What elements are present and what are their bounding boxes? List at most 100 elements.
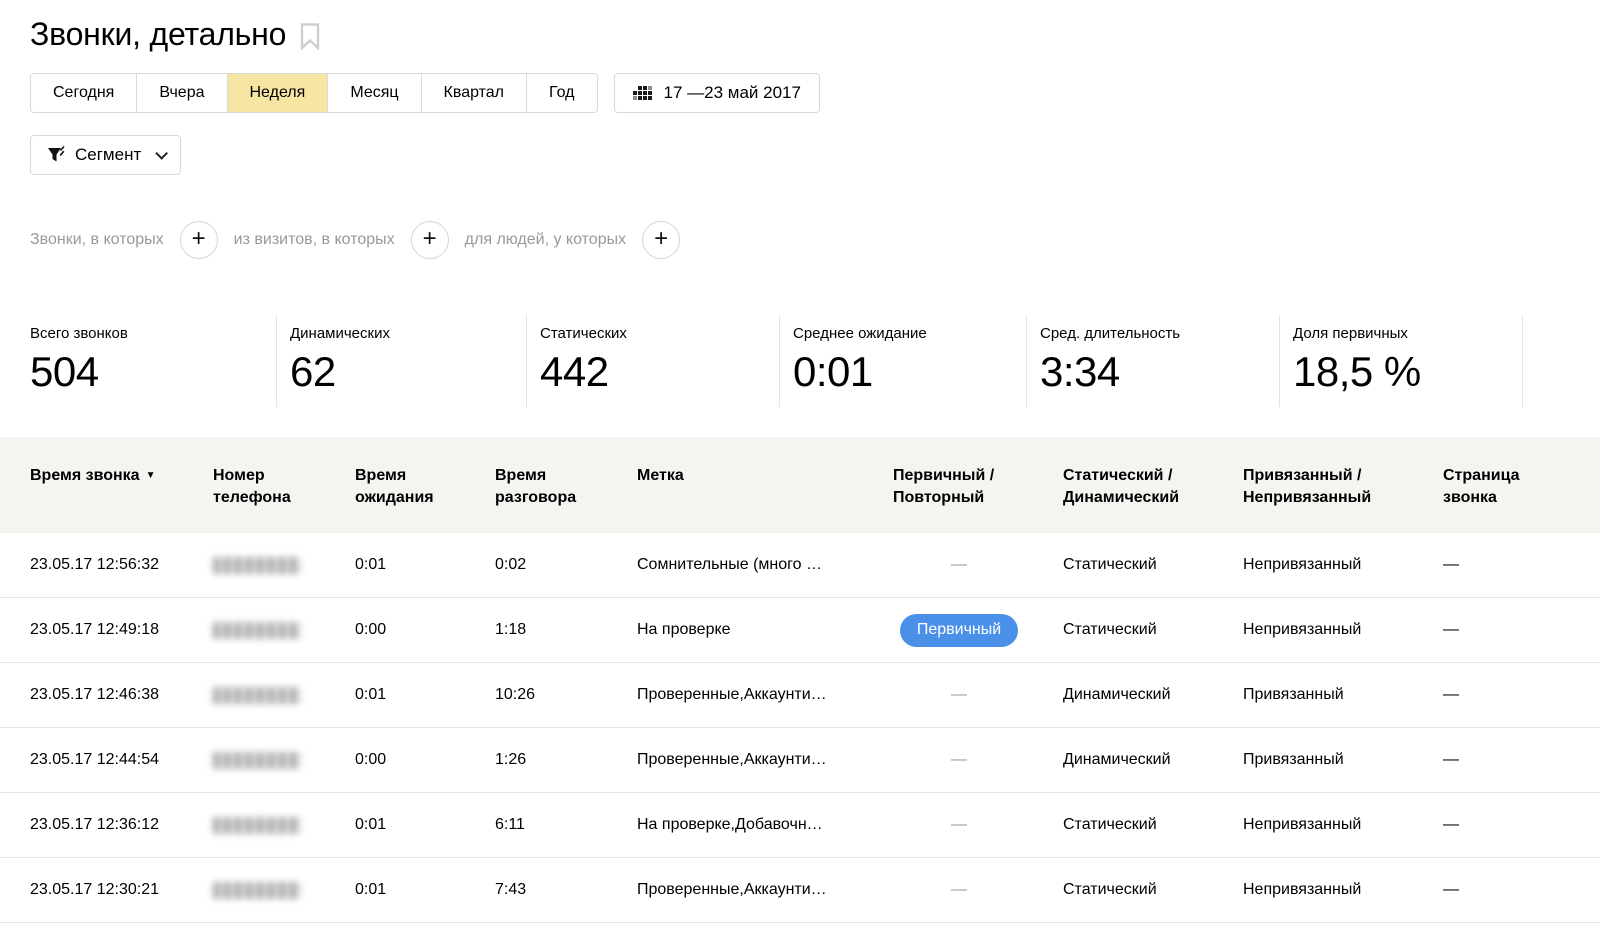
- call-page: —: [1443, 751, 1600, 769]
- segment-label: Сегмент: [75, 145, 141, 165]
- blurred-phone: [213, 557, 301, 574]
- col-wait-time: Время ожидания: [355, 437, 495, 533]
- add-person-filter-button[interactable]: +: [642, 221, 680, 259]
- tab-month[interactable]: Месяц: [328, 74, 421, 112]
- date-range-label: 17 —23 май 2017: [664, 83, 801, 103]
- phone-number-redacted: [213, 882, 355, 899]
- wait-time: 0:01: [355, 556, 495, 574]
- period-toolbar: Сегодня Вчера Неделя Месяц Квартал Год 1…: [30, 73, 1570, 113]
- talk-time: 0:02: [495, 556, 637, 574]
- col-first-repeat: Первичный / Повторный: [893, 437, 1063, 533]
- first-repeat: —: [893, 881, 1063, 899]
- table-header: Время звонка▼ Номер телефона Время ожида…: [0, 437, 1600, 533]
- tab-year[interactable]: Год: [527, 74, 596, 112]
- static-dynamic: Статический: [1063, 816, 1243, 834]
- filter-visits-label: из визитов, в которых: [234, 231, 395, 249]
- table-row: 23.05.17 12:49:18 0:00 1:18 На проверке …: [0, 598, 1600, 663]
- talk-time: 6:11: [495, 816, 637, 834]
- col-call-time[interactable]: Время звонка▼: [0, 437, 213, 533]
- blurred-phone: [213, 752, 301, 769]
- wait-time: 0:01: [355, 881, 495, 899]
- wait-time: 0:00: [355, 621, 495, 639]
- date-range-button[interactable]: 17 —23 май 2017: [614, 73, 820, 113]
- first-repeat: Первичный: [893, 614, 1063, 647]
- call-page: —: [1443, 556, 1600, 574]
- static-dynamic: Статический: [1063, 621, 1243, 639]
- period-tabs: Сегодня Вчера Неделя Месяц Квартал Год: [30, 73, 598, 113]
- table-row: 23.05.17 12:30:21 0:01 7:43 Проверенные,…: [0, 858, 1600, 923]
- stat-static: Статических 442: [527, 315, 780, 407]
- talk-time: 1:26: [495, 751, 637, 769]
- filter-builder: Звонки, в которых + из визитов, в которы…: [30, 221, 1570, 259]
- call-page: —: [1443, 816, 1600, 834]
- col-tag: Метка: [637, 437, 893, 533]
- tab-yesterday[interactable]: Вчера: [137, 74, 227, 112]
- phone-number-redacted: [213, 687, 355, 704]
- bound-state: Привязанный: [1243, 751, 1443, 769]
- bound-state: Непривязанный: [1243, 881, 1443, 899]
- bound-state: Непривязанный: [1243, 621, 1443, 639]
- tag: Проверенные,Аккаунти…: [637, 751, 893, 769]
- summary-stats: Всего звонков 504 Динамических 62 Статич…: [0, 315, 1600, 407]
- calls-detail-page: Звонки, детально Сегодня Вчера Неделя Ме…: [0, 0, 1600, 948]
- filter-calls-label: Звонки, в которых: [30, 231, 164, 249]
- add-visit-filter-button[interactable]: +: [411, 221, 449, 259]
- talk-time: 1:18: [495, 621, 637, 639]
- stat-dynamic: Динамических 62: [277, 315, 527, 407]
- segment-button[interactable]: Сегмент: [30, 135, 181, 175]
- phone-number-redacted: [213, 817, 355, 834]
- call-time: 23.05.17 12:56:32: [0, 556, 213, 574]
- blurred-phone: [213, 882, 301, 899]
- wait-time: 0:01: [355, 816, 495, 834]
- table-row: 23.05.17 12:56:32 0:01 0:02 Сомнительные…: [0, 533, 1600, 598]
- bookmark-icon[interactable]: [300, 23, 320, 50]
- add-call-filter-button[interactable]: +: [180, 221, 218, 259]
- bound-state: Непривязанный: [1243, 816, 1443, 834]
- table-row: 23.05.17 12:44:54 0:00 1:26 Проверенные,…: [0, 728, 1600, 793]
- call-time: 23.05.17 12:44:54: [0, 751, 213, 769]
- tab-week[interactable]: Неделя: [228, 74, 329, 112]
- talk-time: 7:43: [495, 881, 637, 899]
- funnel-icon: [47, 146, 65, 164]
- static-dynamic: Статический: [1063, 556, 1243, 574]
- tab-today[interactable]: Сегодня: [31, 74, 137, 112]
- call-time: 23.05.17 12:36:12: [0, 816, 213, 834]
- call-page: —: [1443, 686, 1600, 704]
- calls-table: Время звонка▼ Номер телефона Время ожида…: [0, 437, 1600, 923]
- tab-quarter[interactable]: Квартал: [422, 74, 527, 112]
- wait-time: 0:01: [355, 686, 495, 704]
- first-repeat: —: [893, 751, 1063, 769]
- call-time: 23.05.17 12:30:21: [0, 881, 213, 899]
- static-dynamic: Статический: [1063, 881, 1243, 899]
- first-repeat: —: [893, 556, 1063, 574]
- table-row: 23.05.17 12:46:38 0:01 10:26 Проверенные…: [0, 663, 1600, 728]
- primary-badge: Первичный: [900, 614, 1018, 647]
- first-repeat: —: [893, 816, 1063, 834]
- phone-number-redacted: [213, 752, 355, 769]
- page-title: Звонки, детально: [30, 16, 286, 53]
- static-dynamic: Динамический: [1063, 686, 1243, 704]
- stat-total-calls: Всего звонков 504: [30, 315, 277, 407]
- calendar-icon: [633, 86, 652, 100]
- wait-time: 0:00: [355, 751, 495, 769]
- page-header: Звонки, детально: [0, 0, 1600, 53]
- blurred-phone: [213, 687, 301, 704]
- table-row: 23.05.17 12:36:12 0:01 6:11 На проверке,…: [0, 793, 1600, 858]
- first-repeat: —: [893, 686, 1063, 704]
- tag: На проверке,Добавочн…: [637, 816, 893, 834]
- talk-time: 10:26: [495, 686, 637, 704]
- stat-avg-duration: Сред. длительность 3:34: [1027, 315, 1280, 407]
- tag: Проверенные,Аккаунти…: [637, 686, 893, 704]
- phone-number-redacted: [213, 622, 355, 639]
- col-talk-time: Время разговора: [495, 437, 637, 533]
- tag: Сомнительные (много …: [637, 556, 893, 574]
- blurred-phone: [213, 622, 301, 639]
- col-static-dynamic: Статический / Динамический: [1063, 437, 1243, 533]
- static-dynamic: Динамический: [1063, 751, 1243, 769]
- sort-desc-icon: ▼: [146, 470, 156, 481]
- call-time: 23.05.17 12:49:18: [0, 621, 213, 639]
- call-time: 23.05.17 12:46:38: [0, 686, 213, 704]
- col-call-page: Страница звонка: [1443, 437, 1600, 533]
- call-page: —: [1443, 621, 1600, 639]
- col-bound: Привязанный / Непривязанный: [1243, 437, 1443, 533]
